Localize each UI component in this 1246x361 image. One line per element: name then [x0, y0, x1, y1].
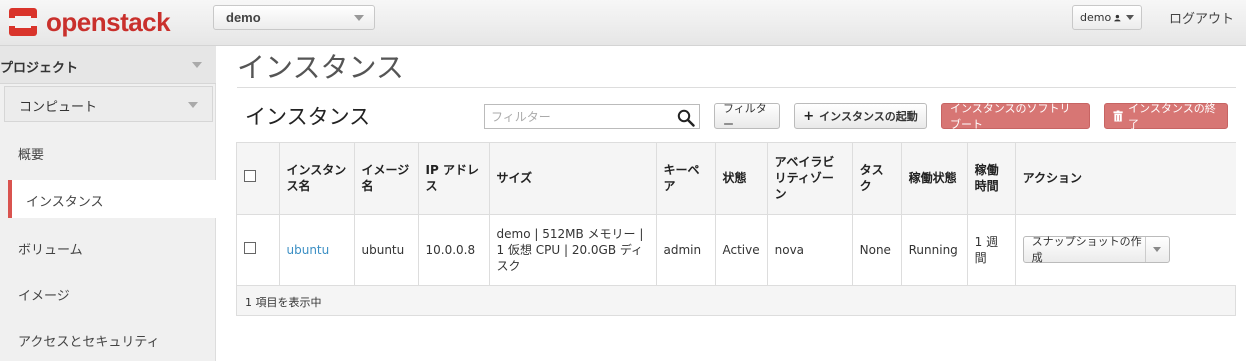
section-title: インスタンス	[245, 105, 371, 129]
instance-name-cell: ubuntu	[279, 213, 355, 286]
user-name: demo	[1080, 11, 1112, 24]
logout-link[interactable]: ログアウト	[1169, 8, 1234, 27]
more-actions-dropdown[interactable]	[1144, 237, 1169, 262]
user-icon	[1114, 14, 1121, 21]
sidebar-compute-panel[interactable]: コンピュート	[4, 86, 213, 122]
sidebar-item-access-security[interactable]: アクセスとセキュリティ	[0, 320, 216, 358]
instances-table: インスタンス名 イメージ名 IP アドレス サイズ キーペア 状態 アベイラビリ…	[236, 142, 1236, 316]
top-navbar: openstack demo demo ログアウト	[0, 0, 1246, 46]
chevron-down-icon	[354, 15, 364, 21]
column-header[interactable]: 状態	[715, 143, 768, 214]
plus-icon: +	[803, 108, 815, 124]
task-cell: None	[852, 213, 902, 286]
brand-name: openstack	[46, 6, 171, 37]
chevron-down-icon	[1153, 247, 1162, 252]
sidebar-compute-label: コンピュート	[19, 100, 98, 115]
instance-name-link[interactable]: ubuntu	[287, 243, 330, 257]
column-header[interactable]: 稼働状態	[901, 143, 968, 214]
project-selector[interactable]: demo	[213, 5, 375, 30]
column-header[interactable]: イメージ名	[354, 143, 419, 214]
launch-instance-button[interactable]: + インスタンスの起動	[794, 103, 927, 129]
status-cell: Active	[715, 213, 768, 286]
column-header[interactable]: アベイラビリティゾーン	[767, 143, 853, 214]
column-header: アクション	[1015, 143, 1236, 214]
sidebar-item-volumes[interactable]: ボリューム	[0, 228, 216, 266]
row-action-split-button: スナップショットの作成	[1022, 235, 1170, 264]
availability-zone-cell: nova	[767, 213, 853, 286]
trash-icon	[1113, 110, 1123, 122]
uptime-cell: 1 週間	[967, 213, 1016, 286]
column-header[interactable]: タスク	[852, 143, 902, 214]
terminate-instances-label: インスタンスの終了	[1128, 102, 1216, 131]
sidebar-item-overview[interactable]: 概要	[0, 133, 216, 171]
row-select-cell	[237, 213, 280, 286]
launch-instance-label: インスタンスの起動	[819, 110, 918, 123]
create-snapshot-button[interactable]: スナップショットの作成	[1024, 235, 1145, 264]
sidebar-item-instances[interactable]: インスタンス	[8, 180, 217, 218]
chevron-down-icon	[192, 62, 202, 68]
actions-cell: スナップショットの作成	[1015, 213, 1236, 286]
keypair-cell: admin	[656, 213, 716, 286]
openstack-logo[interactable]: openstack	[6, 4, 171, 40]
table-header-row: インスタンス名 イメージ名 IP アドレス サイズ キーペア 状態 アベイラビリ…	[237, 143, 1236, 214]
project-selector-value: demo	[226, 10, 261, 25]
column-header[interactable]: サイズ	[489, 143, 657, 214]
power-state-cell: Running	[901, 213, 968, 286]
table-footer-count: 1 項目を表示中	[245, 296, 322, 309]
filter-button[interactable]: フィルター	[714, 102, 780, 131]
row-checkbox[interactable]	[244, 241, 256, 254]
page-title: インスタンス	[237, 51, 404, 84]
openstack-cube-icon	[9, 8, 37, 36]
sidebar-item-images[interactable]: イメージ	[0, 274, 216, 312]
select-all-checkbox[interactable]	[244, 170, 256, 183]
size-cell: demo | 512MB メモリー | 1 仮想 CPU | 20.0GB ディ…	[489, 213, 657, 286]
terminate-instances-button[interactable]: インスタンスの終了	[1104, 102, 1228, 131]
chevron-down-icon	[188, 102, 198, 108]
filter-box	[484, 104, 700, 129]
sidebar: プロジェクト コンピュート 概要 インスタンス ボリューム イメージ アクセスと…	[0, 46, 217, 361]
column-header[interactable]: 稼働時間	[967, 143, 1016, 214]
column-header[interactable]: インスタンス名	[279, 143, 355, 214]
image-name-cell: ubuntu	[354, 213, 419, 286]
filter-input[interactable]	[485, 105, 670, 128]
sidebar-project-label: プロジェクト	[0, 61, 79, 76]
search-icon[interactable]	[677, 109, 695, 127]
column-header[interactable]: キーペア	[656, 143, 716, 214]
table-row: ubuntu ubuntu 10.0.0.8 demo | 512MB メモリー…	[237, 213, 1236, 286]
divider	[237, 87, 1236, 88]
soft-reboot-button[interactable]: インスタンスのソフトリブート	[941, 102, 1090, 131]
user-menu-button[interactable]: demo	[1072, 5, 1142, 30]
chevron-down-icon	[1126, 15, 1134, 20]
ip-address-cell: 10.0.0.8	[418, 213, 490, 286]
column-header[interactable]: IP アドレス	[418, 143, 490, 214]
sidebar-project-dashboard[interactable]: プロジェクト	[0, 46, 216, 84]
header-select-all	[237, 143, 280, 214]
